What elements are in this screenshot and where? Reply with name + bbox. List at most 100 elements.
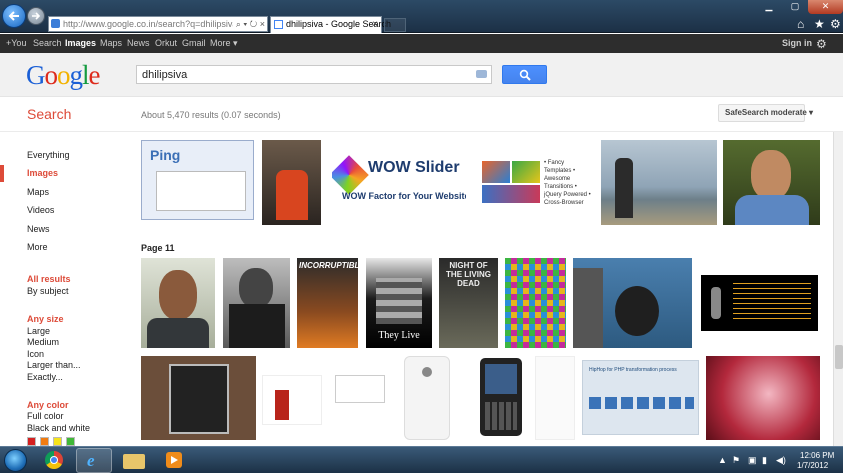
sidebar-item-images[interactable]: Images: [27, 168, 58, 178]
page-icon: [51, 19, 60, 28]
home-icon[interactable]: ⌂: [797, 17, 804, 31]
google-logo[interactable]: Google: [26, 60, 100, 91]
clock-date[interactable]: 1/7/2012: [797, 461, 828, 470]
gbar-item-maps[interactable]: Maps: [100, 38, 122, 48]
image-result[interactable]: [223, 258, 290, 348]
search-input[interactable]: dhilipsiva: [136, 65, 492, 84]
forward-button[interactable]: [27, 7, 45, 25]
search-icon: [519, 69, 531, 81]
image-result[interactable]: They Live: [366, 258, 432, 348]
clock-time[interactable]: 12:06 PM: [800, 451, 834, 460]
google-favicon-icon: [274, 20, 283, 29]
maximize-button[interactable]: ▢: [782, 0, 808, 14]
tools-gear-icon[interactable]: ⚙: [830, 17, 841, 31]
settings-gear-icon[interactable]: ⚙: [816, 37, 827, 51]
image-result[interactable]: [573, 258, 692, 348]
sidebar-item-everything[interactable]: Everything: [27, 150, 70, 160]
browser-tab[interactable]: dhilipsiva - Google Search ×: [270, 16, 391, 33]
thumb-caption: INCORRUPTIBLE: [299, 261, 358, 270]
search-header: Google dhilipsiva: [0, 53, 843, 97]
favorites-star-icon[interactable]: ★: [814, 17, 825, 31]
filter-any-color[interactable]: Any color: [27, 400, 69, 410]
image-result[interactable]: Ping: [141, 140, 254, 220]
search-section-title: Search: [27, 106, 72, 122]
image-result[interactable]: • Fancy Templates • Awesome Transitions …: [480, 157, 592, 207]
filter-any-size[interactable]: Any size: [27, 314, 64, 324]
back-button[interactable]: [2, 4, 26, 28]
address-bar[interactable]: http://www.google.co.in/search?q=dhilips…: [48, 16, 268, 32]
start-button[interactable]: [4, 449, 27, 472]
color-swatch-green[interactable]: [66, 437, 75, 446]
address-tools-icons[interactable]: ⌕ ▾ ↻ ×: [232, 17, 265, 31]
image-result[interactable]: WOW Slider WOW Factor for Your Website!: [332, 155, 466, 210]
image-result[interactable]: HipHop for PHP transformation process: [582, 360, 699, 435]
sidebar-item-news[interactable]: News: [27, 224, 50, 234]
logo-letter: G: [26, 60, 45, 90]
filter-all-results[interactable]: All results: [27, 274, 71, 284]
volume-icon[interactable]: ◀): [776, 455, 786, 466]
sidebar-item-more[interactable]: More: [27, 242, 48, 252]
gbar-item-images[interactable]: Images: [65, 38, 96, 48]
image-result[interactable]: INCORRUPTIBLE: [297, 258, 358, 348]
camera-icon[interactable]: [476, 70, 487, 78]
forward-arrow-icon: [32, 12, 41, 20]
filter-color-full[interactable]: Full color: [27, 411, 64, 421]
color-swatch-orange[interactable]: [40, 437, 49, 446]
taskbar-chrome-icon[interactable]: [36, 448, 72, 473]
taskbar-media-player-icon[interactable]: [156, 448, 192, 473]
thumb-caption: Ping: [150, 147, 181, 163]
filter-size-large[interactable]: Large: [27, 326, 50, 336]
image-result[interactable]: [141, 356, 256, 440]
image-result[interactable]: [480, 358, 522, 436]
image-result[interactable]: [601, 140, 717, 225]
action-center-flag-icon[interactable]: ⚑: [732, 455, 740, 466]
filter-size-exactly[interactable]: Exactly...: [27, 372, 63, 382]
image-result[interactable]: NIGHT OF THE LIVING DEAD: [439, 258, 498, 348]
safesearch-dropdown[interactable]: SafeSearch moderate ▾: [718, 104, 813, 122]
thumb-caption: • Fancy Templates • Awesome Transitions …: [544, 160, 591, 206]
divider: [0, 131, 843, 132]
logo-letter: o: [57, 60, 70, 90]
scrollbar[interactable]: [833, 132, 843, 446]
image-result[interactable]: [706, 356, 820, 440]
gbar-item-news[interactable]: News: [127, 38, 150, 48]
close-window-button[interactable]: ✕: [808, 0, 843, 14]
taskbar-ie-icon[interactable]: e: [76, 448, 112, 473]
filter-size-medium[interactable]: Medium: [27, 337, 59, 347]
image-result[interactable]: [723, 140, 820, 225]
image-result[interactable]: [404, 356, 450, 440]
image-result[interactable]: [262, 375, 322, 425]
tab-close-icon[interactable]: ×: [372, 17, 378, 32]
gbar-item-more[interactable]: More ▾: [210, 38, 238, 49]
minimize-button[interactable]: ▁: [756, 0, 782, 14]
scrollbar-thumb[interactable]: [835, 345, 843, 369]
image-result[interactable]: [505, 258, 566, 348]
image-result[interactable]: [141, 258, 215, 348]
filter-size-larger-than[interactable]: Larger than...: [27, 360, 81, 370]
back-arrow-icon: [8, 11, 19, 21]
filter-size-icon[interactable]: Icon: [27, 349, 44, 359]
color-swatch-yellow[interactable]: [53, 437, 62, 446]
gbar-item-plus-you[interactable]: +You: [6, 38, 26, 48]
page-label: Page 11: [141, 243, 175, 253]
filter-by-subject[interactable]: By subject: [27, 286, 69, 296]
gbar-item-orkut[interactable]: Orkut: [155, 38, 177, 48]
new-tab-button[interactable]: [384, 18, 406, 32]
network-icon[interactable]: ▮: [762, 455, 767, 466]
gbar-item-gmail[interactable]: Gmail: [182, 38, 206, 48]
gbar-item-search[interactable]: Search: [33, 38, 62, 48]
image-result[interactable]: [262, 140, 321, 225]
image-result[interactable]: [335, 375, 385, 403]
sidebar-item-videos[interactable]: Videos: [27, 205, 54, 215]
tray-app-icon[interactable]: ▣: [748, 455, 757, 466]
sign-in-link[interactable]: Sign in: [782, 38, 812, 48]
image-result[interactable]: [701, 275, 818, 331]
filter-color-bw[interactable]: Black and white: [27, 423, 90, 433]
color-swatch-red[interactable]: [27, 437, 36, 446]
sidebar-item-maps[interactable]: Maps: [27, 187, 49, 197]
image-result[interactable]: [535, 356, 575, 440]
logo-letter: o: [44, 60, 58, 90]
taskbar-explorer-icon[interactable]: [116, 448, 152, 473]
search-button[interactable]: [502, 65, 547, 84]
tray-expand-icon[interactable]: ▲: [718, 455, 727, 465]
